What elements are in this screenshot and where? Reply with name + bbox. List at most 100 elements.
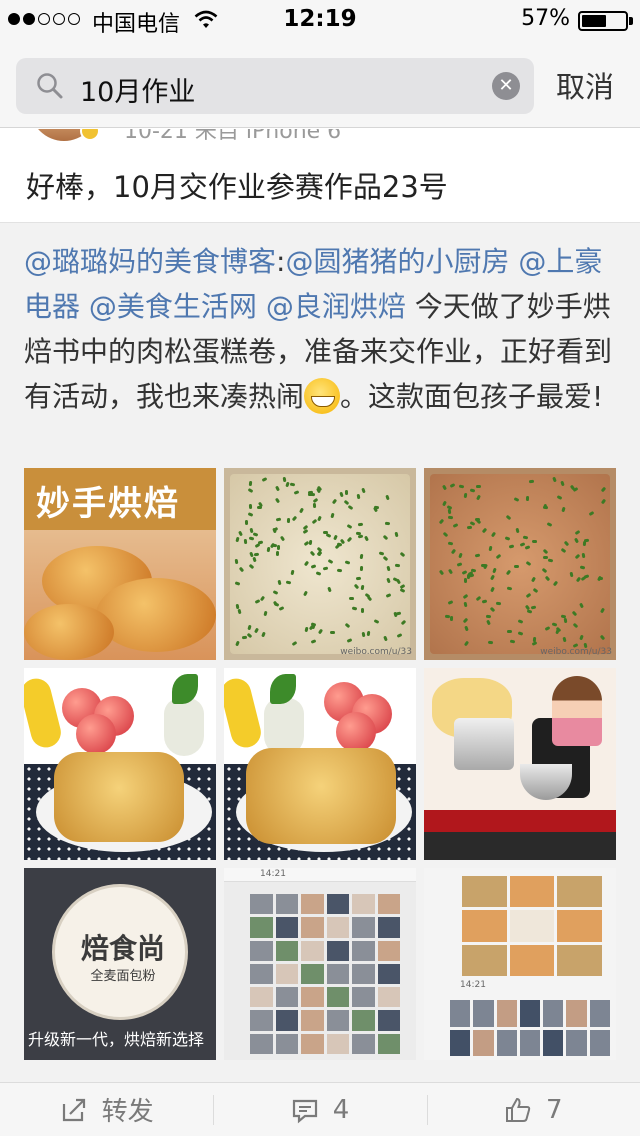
herb-fleck	[598, 576, 604, 580]
herb-fleck	[383, 635, 388, 642]
herb-fleck	[396, 632, 403, 638]
search-query[interactable]: 10月作业	[80, 70, 195, 109]
comment-button[interactable]: 4	[213, 1083, 426, 1136]
herb-fleck	[551, 476, 557, 483]
herb-fleck	[458, 484, 465, 489]
avatar-thumb	[275, 987, 298, 1008]
herb-fleck	[363, 535, 369, 542]
avatar-thumb	[250, 963, 273, 985]
banana	[224, 675, 265, 751]
herb-fleck	[562, 637, 567, 643]
herb-fleck	[242, 635, 248, 640]
image-appliance-ad[interactable]	[424, 668, 616, 860]
herb-fleck	[517, 631, 524, 636]
avatar-thumb	[326, 894, 349, 915]
post-meta: 10-21 来自 iPhone 6	[124, 129, 342, 144]
search-icon	[37, 73, 63, 99]
avatar-thumb	[352, 894, 375, 915]
repost-button[interactable]: 转发	[0, 1083, 213, 1136]
herb-fleck	[517, 618, 524, 624]
herb-fleck	[247, 624, 252, 630]
herb-fleck	[466, 526, 472, 530]
herb-fleck	[323, 566, 329, 571]
herb-fleck	[505, 514, 512, 520]
collage-thumb	[462, 876, 507, 908]
herb-fleck	[495, 601, 501, 606]
herb-fleck	[385, 593, 392, 598]
battery-icon	[578, 11, 628, 31]
image-dough[interactable]: weibo.com/u/33	[224, 468, 416, 660]
herb-fleck	[346, 536, 353, 543]
avatar-thumb	[352, 1010, 375, 1031]
image-flour-logo[interactable]: 焙食尚 全麦面包粉 升级新一代，烘焙新选择	[24, 868, 216, 1060]
herb-fleck	[456, 562, 463, 567]
herb-fleck	[448, 568, 454, 575]
ad-footer	[424, 832, 616, 860]
mention-link[interactable]: @圆猪猪的小厨房	[285, 245, 509, 278]
book-title: 妙手烘焙	[36, 484, 180, 524]
clear-icon[interactable]: ✕	[492, 72, 520, 100]
herb-fleck	[329, 631, 335, 635]
herb-fleck	[547, 558, 553, 563]
avatar-thumb	[377, 1010, 400, 1031]
herb-fleck	[282, 476, 287, 483]
herb-fleck	[259, 595, 266, 602]
herb-fleck	[579, 602, 585, 608]
herb-fleck	[542, 548, 549, 555]
mention-link[interactable]: @良润烘焙	[266, 290, 406, 323]
herb-fleck	[476, 494, 482, 500]
herb-fleck	[487, 640, 494, 645]
herb-fleck	[531, 605, 537, 610]
herb-fleck	[510, 639, 516, 644]
herb-fleck	[316, 515, 322, 522]
retweet-text: @璐璐妈的美食博客:@圆猪猪的小厨房 @上豪电器 @美食生活网 @良润烘焙 今天…	[24, 239, 620, 419]
herb-fleck	[289, 482, 295, 487]
avatar-thumb	[301, 917, 324, 938]
herb-fleck	[532, 539, 538, 543]
verified-badge-icon	[80, 129, 100, 141]
retweet-card[interactable]: @璐璐妈的美食博客:@圆猪猪的小厨房 @上豪电器 @美食生活网 @良润烘焙 今天…	[0, 222, 640, 1082]
cancel-button[interactable]: 取消	[556, 64, 614, 106]
image-screenshot-collage-2[interactable]: 14:21	[424, 868, 616, 1060]
herb-fleck	[450, 615, 454, 621]
herb-fleck	[482, 563, 488, 570]
mention-link[interactable]: @璐璐妈的美食博客	[24, 245, 276, 278]
herb-fleck	[485, 614, 491, 618]
herb-fleck	[347, 505, 354, 511]
herb-fleck	[344, 559, 351, 565]
herb-fleck	[441, 484, 447, 491]
herb-fleck	[481, 599, 488, 604]
image-cake-roll[interactable]	[24, 668, 216, 860]
herb-fleck	[507, 630, 513, 634]
herb-fleck	[361, 632, 366, 638]
search-input[interactable]: 10月作业 ✕	[16, 58, 534, 114]
image-book-cover[interactable]: 妙手烘焙	[24, 468, 216, 660]
avatar-thumb	[543, 1029, 564, 1056]
herb-fleck	[355, 531, 361, 535]
image-screenshot-collage[interactable]: 14:21	[224, 868, 416, 1060]
herb-fleck	[463, 617, 469, 623]
retweet-tail: 。这款面包孩子最爱!	[340, 380, 604, 413]
herb-fleck	[333, 534, 339, 541]
mention-link[interactable]: @美食生活网	[89, 290, 257, 323]
herb-fleck	[385, 494, 390, 500]
avatar-thumb	[275, 940, 298, 961]
image-caption: 升级新一代，烘焙新选择	[28, 1030, 205, 1049]
repost-label: 转发	[101, 1097, 154, 1127]
herb-fleck	[332, 498, 338, 505]
image-cake-roll-close[interactable]	[224, 668, 416, 860]
herb-fleck	[302, 529, 309, 535]
ad-banner	[424, 810, 616, 832]
herb-fleck	[351, 606, 358, 611]
herb-fleck	[291, 515, 298, 522]
herb-fleck	[444, 614, 450, 618]
herb-fleck	[563, 618, 568, 624]
herb-fleck	[303, 541, 309, 547]
herb-fleck	[291, 641, 298, 647]
apple	[336, 712, 376, 752]
image-baked-sheet[interactable]: weibo.com/u/33	[424, 468, 616, 660]
like-button[interactable]: 7	[426, 1083, 640, 1136]
herb-fleck	[286, 517, 291, 523]
search-header: 10月作业 ✕ 取消	[0, 40, 640, 128]
herb-fleck	[346, 524, 353, 530]
